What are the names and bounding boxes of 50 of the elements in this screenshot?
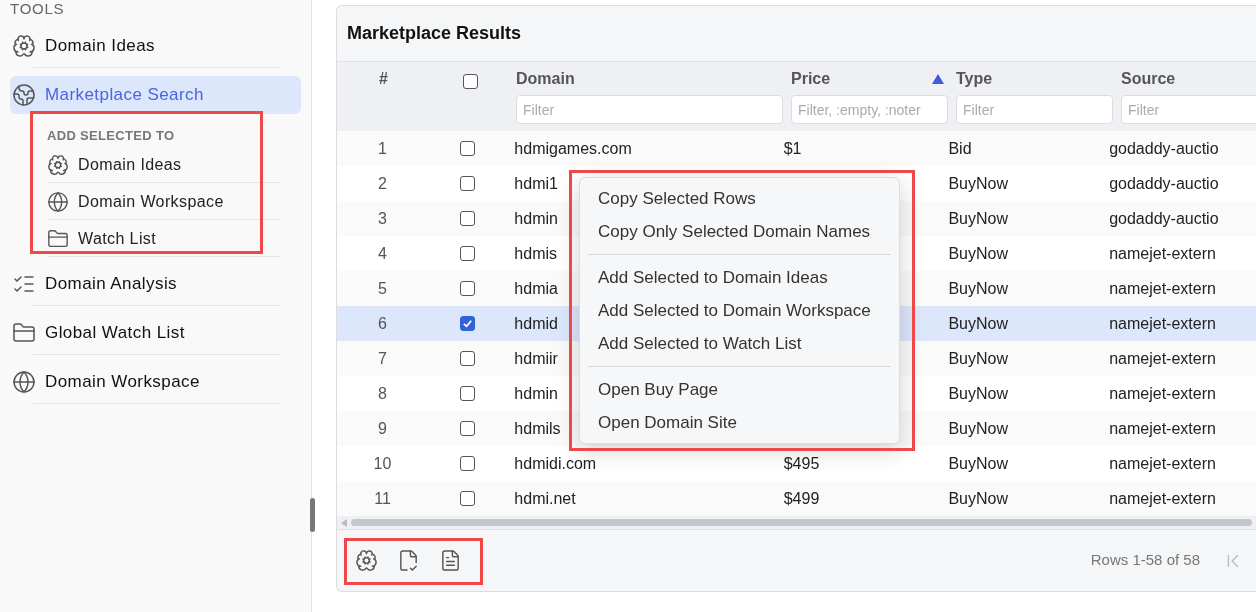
type-cell: BuyNow (948, 244, 1008, 262)
row-number: 7 (378, 348, 387, 369)
row-count: Rows 1-58 of 58 (1090, 550, 1200, 571)
row-number: 10 (373, 453, 392, 474)
domain-cell: hdmi1 (514, 174, 558, 192)
domain-cell: hdmis (514, 244, 558, 262)
domain-cell: hdmidi.com (514, 454, 597, 472)
type-cell: BuyNow (948, 489, 1008, 507)
price-cell: $499 (783, 489, 820, 507)
source-cell: namejet-extern (1109, 489, 1216, 507)
type-cell: BuyNow (948, 279, 1008, 297)
submenu-title: ADD SELECTED TO (46, 127, 176, 145)
source-cell: namejet-extern (1109, 279, 1216, 297)
source-cell: namejet-extern (1109, 349, 1216, 367)
domain-cell: hdmin (514, 384, 558, 402)
row-number: 11 (374, 488, 391, 509)
row-number: 4 (378, 243, 387, 264)
type-cell: BuyNow (948, 209, 1008, 227)
domain-cell: hdmia (514, 279, 558, 297)
type-cell: BuyNow (948, 314, 1008, 332)
domain-cell: hdmiir (514, 349, 558, 367)
source-cell: namejet-extern (1109, 384, 1216, 402)
domain-cell: hdmin (514, 209, 558, 227)
type-cell: BuyNow (948, 384, 1008, 402)
type-cell: BuyNow (948, 174, 1008, 192)
source-cell: namejet-extern (1109, 314, 1216, 332)
price-cell: $495 (783, 454, 820, 472)
domain-cell: hdmigames.com (514, 139, 632, 157)
type-cell: Bid (948, 139, 972, 157)
row-number: 8 (378, 383, 387, 404)
source-cell: namejet-extern (1109, 244, 1216, 262)
source-cell: namejet-extern (1109, 454, 1216, 472)
type-cell: BuyNow (948, 419, 1008, 437)
type-cell: BuyNow (948, 454, 1008, 472)
domain-cell: hdmi.net (514, 489, 576, 507)
row-number: 3 (378, 208, 387, 229)
source-cell: godaddy-auctio (1109, 209, 1219, 227)
row-number: 6 (378, 313, 387, 334)
domain-cell: hdmils (514, 419, 561, 437)
row-number: 5 (378, 278, 387, 299)
section-title: TOOLS (10, 1, 66, 19)
domain-cell: hdmid (514, 314, 558, 332)
row-number: 9 (378, 418, 387, 439)
row-number: 1 (378, 138, 387, 159)
price-cell: $1 (783, 139, 802, 157)
row-number: 2 (378, 173, 387, 194)
type-cell: BuyNow (948, 349, 1008, 367)
source-cell: namejet-extern (1109, 419, 1216, 437)
source-cell: godaddy-auctio (1109, 174, 1219, 192)
source-cell: godaddy-auctio (1109, 139, 1219, 157)
